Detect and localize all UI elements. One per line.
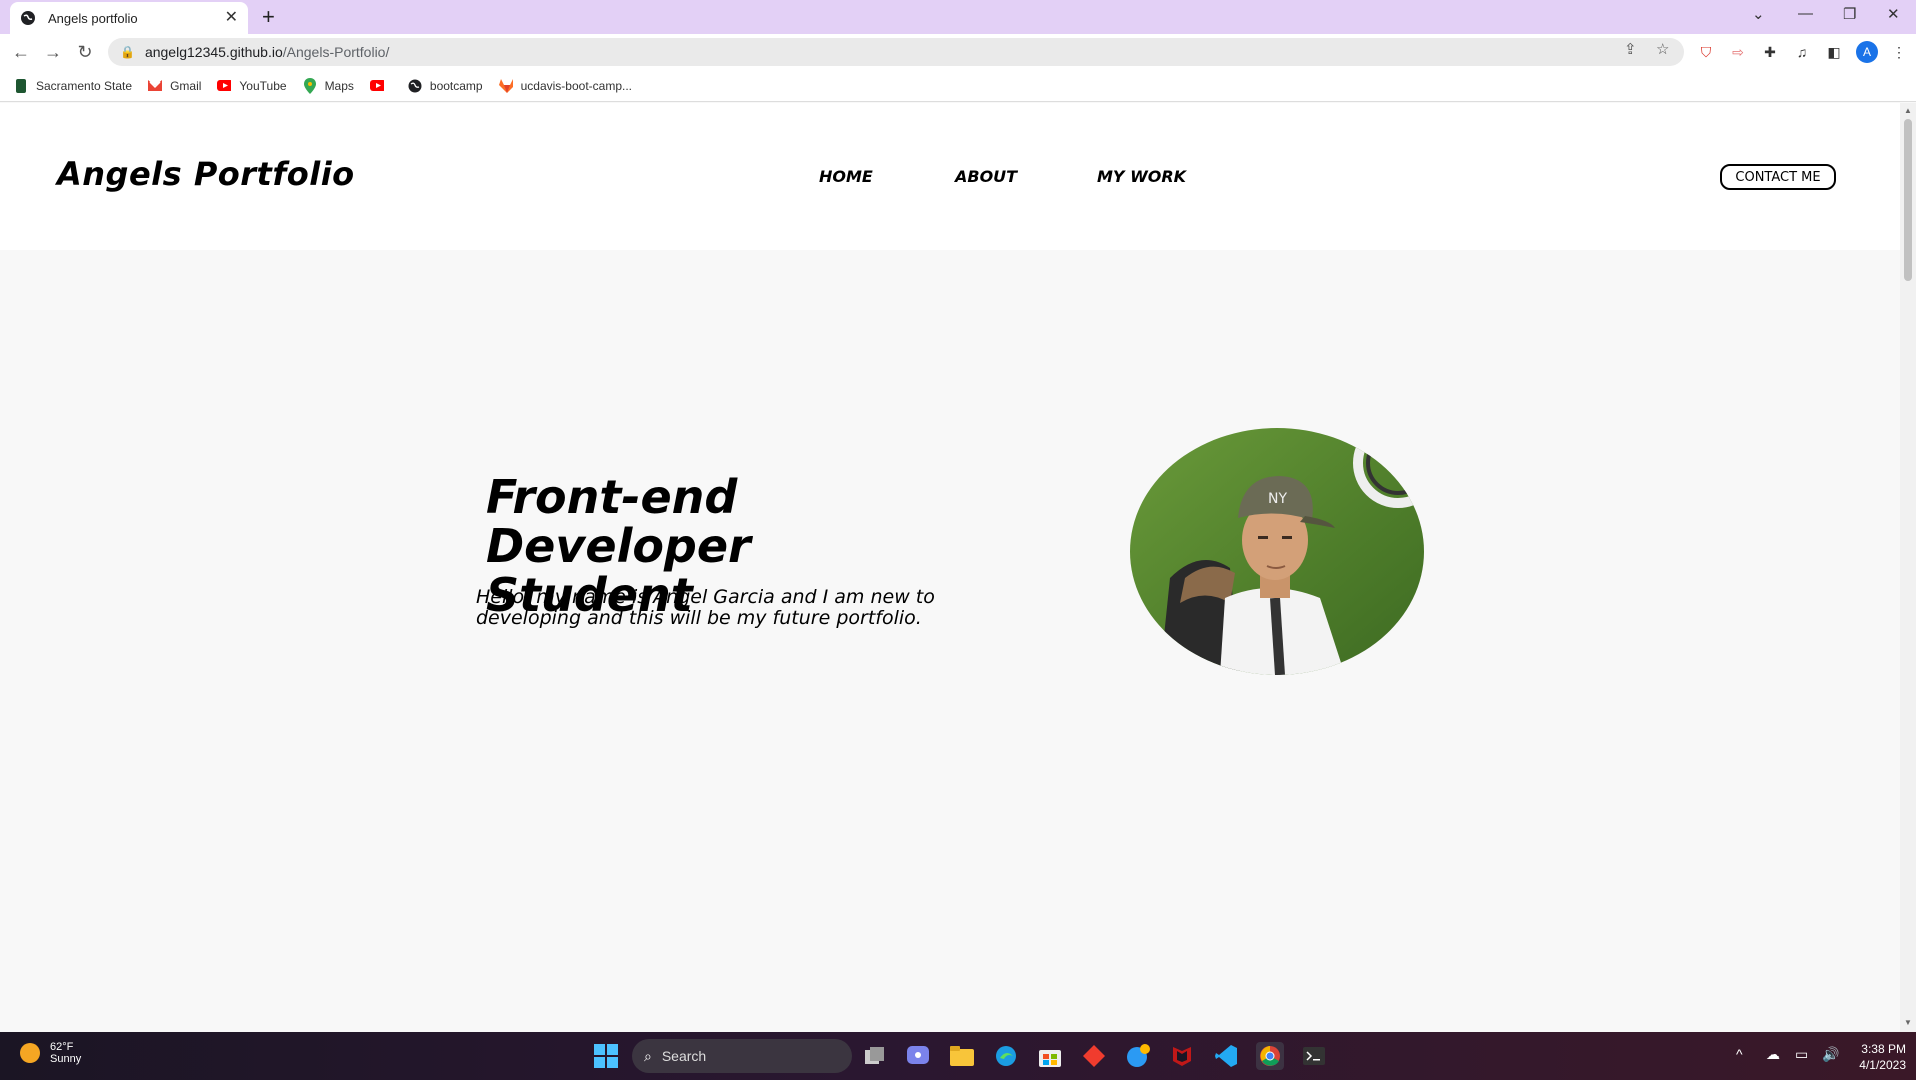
scroll-thumb[interactable] (1904, 119, 1912, 281)
onedrive-cloud-icon[interactable]: ☁ (1766, 1046, 1780, 1063)
terminal-icon[interactable] (1300, 1042, 1328, 1070)
gitlab-icon (498, 78, 513, 93)
vscode-icon[interactable] (1212, 1042, 1240, 1070)
bookmarks-bar: Sacramento State Gmail YouTube Maps boot… (0, 70, 1916, 102)
extension-shield-icon[interactable]: ⛉ (1697, 43, 1715, 61)
system-clock[interactable]: 3:38 PM 4/1/2023 (1854, 1041, 1906, 1073)
hero-title-line-1: Front-end Developer (486, 470, 751, 573)
lock-icon[interactable]: 🔒 (120, 45, 135, 59)
task-view-icon[interactable] (861, 1042, 889, 1070)
profile-avatar[interactable]: A (1856, 41, 1878, 63)
url-path: /Angels-Portfolio/ (282, 44, 390, 60)
taskbar-search[interactable]: ⌕ Search (632, 1039, 852, 1073)
clock-time: 3:38 PM (1861, 1042, 1906, 1056)
address-bar[interactable]: 🔒 angelg12345.github.io/Angels-Portfolio… (108, 38, 1684, 66)
tab-strip: Angels portfolio ✕ + ⌄ — ❐ ✕ (0, 0, 1916, 34)
windows-taskbar: 62°F Sunny ⌕ Search ^ ☁ ▭ 🔊 3:38 PM 4/1/… (0, 1032, 1916, 1080)
bookmark-youtube-2[interactable] (369, 79, 392, 93)
side-panel-icon[interactable]: ◧ (1825, 43, 1843, 61)
weather-condition: Sunny (50, 1053, 82, 1065)
svg-text:NY: NY (1268, 491, 1287, 507)
globe-icon (408, 79, 422, 93)
profile-photo-illustration: NY (1130, 428, 1424, 675)
teams-chat-icon[interactable] (904, 1042, 932, 1070)
sun-icon (20, 1043, 40, 1063)
git-diamond-icon[interactable] (1080, 1042, 1108, 1070)
menu-kebab-icon[interactable]: ⋮ (1890, 43, 1908, 61)
site-header: Angels Portfolio HOME ABOUT MY WORK CONT… (0, 103, 1900, 250)
hero-intro-text: Hello, my name is Angel Garcia and I am … (476, 586, 935, 629)
globe-icon (21, 11, 35, 25)
chrome-icon[interactable] (1256, 1042, 1284, 1070)
windows-start-icon[interactable] (592, 1042, 620, 1070)
scroll-up-icon[interactable]: ▲ (1904, 106, 1912, 115)
bookmark-maps[interactable]: Maps (303, 77, 354, 94)
bookmark-sacramento-state[interactable]: Sacramento State (14, 78, 132, 93)
youtube-icon (369, 79, 384, 93)
file-explorer-icon[interactable] (948, 1042, 976, 1070)
maps-icon (303, 77, 317, 94)
media-control-icon[interactable]: ♫ (1793, 43, 1811, 61)
tab-search-icon[interactable]: ⌄ (1752, 5, 1765, 23)
tab-title: Angels portfolio (48, 10, 138, 26)
youtube-icon (217, 79, 232, 93)
page-scrollbar[interactable]: ▲ ▼ (1900, 103, 1916, 1032)
clock-date: 4/1/2023 (1859, 1058, 1906, 1072)
reload-icon[interactable]: ↻ (75, 42, 95, 62)
bookmark-bootcamp[interactable]: bootcamp (408, 79, 483, 93)
bookmark-star-icon[interactable]: ☆ (1656, 40, 1669, 58)
bookmark-ucdavis-boot-camp[interactable]: ucdavis-boot-camp... (498, 78, 632, 93)
search-icon: ⌕ (644, 1047, 652, 1064)
minimize-icon[interactable]: — (1798, 5, 1813, 22)
search-label: Search (661, 1048, 707, 1064)
scroll-down-icon[interactable]: ▼ (1904, 1018, 1912, 1027)
nav-home[interactable]: HOME (819, 167, 873, 186)
active-tab[interactable]: Angels portfolio ✕ (10, 2, 248, 34)
help-app-icon[interactable] (1124, 1042, 1152, 1070)
weather-widget[interactable]: 62°F Sunny (20, 1041, 81, 1065)
sac-state-icon (14, 78, 28, 93)
page-content: Angels Portfolio HOME ABOUT MY WORK CONT… (0, 103, 1900, 1032)
back-icon[interactable]: ← (11, 42, 31, 62)
extension-record-icon[interactable]: ⇨ (1729, 43, 1747, 61)
contact-me-button[interactable]: CONTACT ME (1720, 164, 1836, 190)
site-brand[interactable]: Angels Portfolio (57, 155, 355, 193)
bookmark-youtube[interactable]: YouTube (217, 79, 287, 93)
forward-icon[interactable]: → (43, 42, 63, 62)
share-icon[interactable]: ⇪ (1624, 40, 1637, 58)
microsoft-store-icon[interactable] (1036, 1042, 1064, 1070)
weather-temperature: 62°F (50, 1041, 74, 1053)
profile-photo: NY (1130, 428, 1424, 675)
close-tab-icon[interactable]: ✕ (225, 10, 238, 26)
chevron-up-icon[interactable]: ^ (1736, 1046, 1743, 1062)
url-host: angelg12345.github.io (144, 44, 283, 60)
mcafee-icon[interactable] (1168, 1042, 1196, 1070)
extensions-puzzle-icon[interactable]: ✚ (1761, 43, 1779, 61)
browser-toolbar: ← → ↻ 🔒 angelg12345.github.io/Angels-Por… (0, 34, 1916, 70)
bookmark-gmail[interactable]: Gmail (148, 79, 201, 93)
edge-icon[interactable] (992, 1042, 1020, 1070)
close-window-icon[interactable]: ✕ (1887, 5, 1900, 23)
restore-icon[interactable]: ❐ (1843, 5, 1856, 23)
nav-about[interactable]: ABOUT (955, 167, 1017, 186)
volume-icon[interactable]: 🔊 (1822, 1046, 1839, 1063)
nav-my-work[interactable]: MY WORK (1097, 167, 1186, 186)
gmail-icon (148, 79, 163, 93)
new-tab-icon[interactable]: + (262, 6, 275, 28)
display-icon[interactable]: ▭ (1795, 1046, 1808, 1063)
